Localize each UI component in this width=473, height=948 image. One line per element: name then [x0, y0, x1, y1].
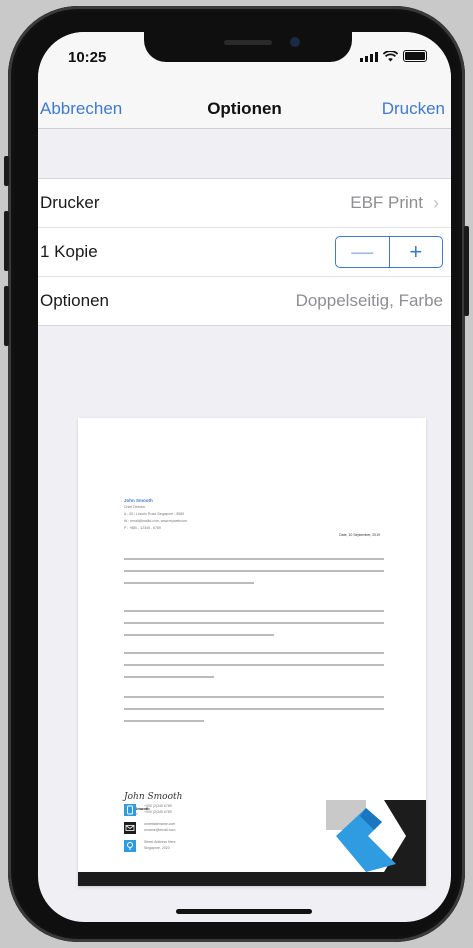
- email-icon: [124, 822, 136, 834]
- options-value: Doppelseitig, Farbe: [295, 291, 443, 310]
- letterhead-corner-graphic: [326, 800, 426, 872]
- body-text-line: [124, 664, 384, 666]
- body-text-line: [124, 610, 384, 612]
- body-text-line: [124, 622, 384, 624]
- address-line: Street Address Here: [144, 840, 176, 844]
- address-line: A : 45 / Lincoln Road Singapore - 8989: [124, 512, 185, 516]
- phone-line: +000 (2)345 6789: [144, 810, 172, 814]
- status-time: 10:25: [68, 49, 107, 66]
- letterhead-footer-bar: [78, 872, 426, 886]
- chevron-right-icon: ›: [433, 193, 439, 213]
- copies-stepper[interactable]: — +: [335, 236, 443, 268]
- body-text-line: [124, 634, 274, 636]
- navigation-bar: Abbrechen Optionen Drucken: [38, 72, 451, 129]
- body-text-line: [124, 558, 384, 560]
- address-line: Singapore, 2020: [144, 846, 170, 850]
- address-line: P : +880 - 12345 - 6789: [124, 526, 161, 530]
- body-text-line: [124, 676, 214, 678]
- body-text-line: [124, 708, 384, 710]
- signature: John Smooth: [124, 792, 183, 802]
- body-text-line: [124, 720, 204, 722]
- front-camera: [290, 37, 300, 47]
- address-line: W : email@mailid.com, www.mywebcom: [124, 519, 187, 523]
- battery-icon: [403, 50, 427, 62]
- printer-label: Drucker: [40, 193, 100, 212]
- print-button[interactable]: Drucken: [382, 99, 445, 119]
- wifi-icon: [383, 51, 398, 62]
- printer-value: EBF Print: [350, 193, 423, 212]
- status-icons: [360, 50, 427, 62]
- phone-frame: 10:25 Abbrechen Optionen Drucken Drucker: [4, 6, 469, 942]
- print-preview-page[interactable]: John Smooth Chief Director A : 45 / Linc…: [78, 418, 426, 886]
- copies-label: 1 Kopie: [40, 242, 98, 261]
- home-indicator[interactable]: [176, 909, 312, 914]
- print-settings-list: Drucker EBF Print › 1 Kopie — + Optionen…: [38, 178, 451, 326]
- printer-row[interactable]: Drucker EBF Print ›: [38, 179, 451, 228]
- cellular-signal-icon: [360, 52, 378, 62]
- sender-role: Chief Director: [124, 505, 146, 509]
- body-text-line: [124, 582, 254, 584]
- volume-up-button: [4, 211, 9, 271]
- speaker: [224, 40, 272, 45]
- website-line: urwebsitename.com: [144, 822, 176, 826]
- email-line: urname@email.com: [144, 828, 176, 832]
- location-icon: [124, 840, 136, 852]
- decrement-button[interactable]: —: [336, 237, 390, 267]
- body-text-line: [124, 652, 384, 654]
- body-text-line: [124, 696, 384, 698]
- mute-switch: [4, 156, 9, 186]
- screen: 10:25 Abbrechen Optionen Drucken Drucker: [38, 32, 451, 922]
- increment-button[interactable]: +: [390, 237, 443, 267]
- options-label: Optionen: [40, 291, 109, 310]
- options-row[interactable]: Optionen Doppelseitig, Farbe: [38, 277, 451, 325]
- notch: [144, 32, 352, 62]
- power-button: [464, 226, 469, 316]
- sender-name: John Smooth: [124, 498, 153, 503]
- phone-icon: [124, 804, 136, 816]
- copies-row: 1 Kopie — +: [38, 228, 451, 277]
- letter-date: Date, 10 September, 2019: [339, 533, 380, 537]
- body-text-line: [124, 570, 384, 572]
- phone-line: +000 (2)345 6789: [144, 804, 172, 808]
- volume-down-button: [4, 286, 9, 346]
